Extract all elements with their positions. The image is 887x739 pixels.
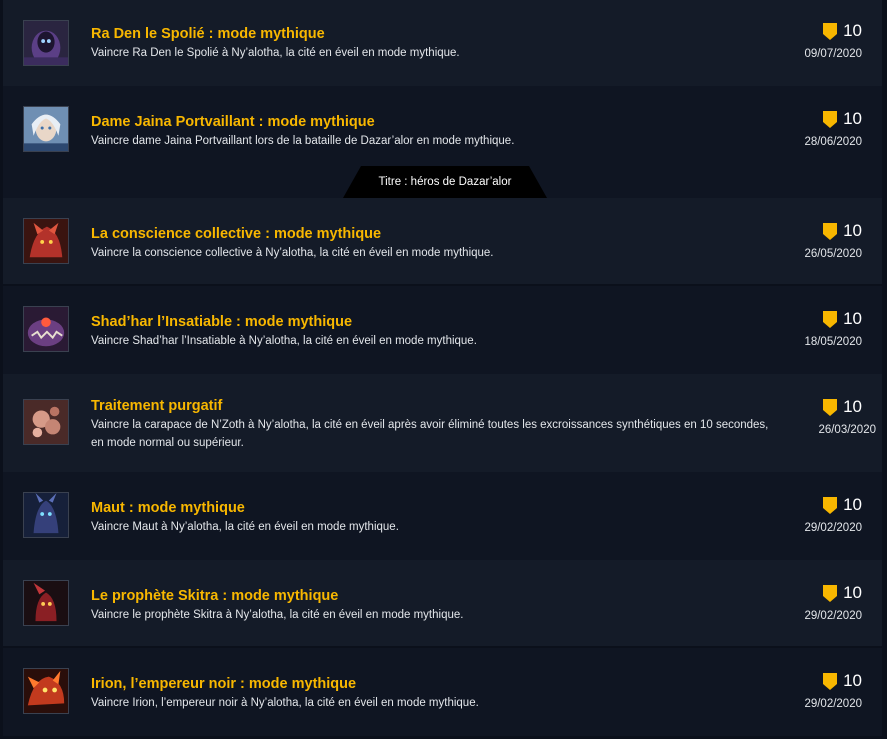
achievement-points: 10 [823,495,862,515]
achievement-points: 10 [823,309,862,329]
achievement-date: 29/02/2020 [804,698,862,710]
ra-den-portrait-icon [23,20,69,66]
achievement-description: Vaincre Ra Den le Spolié à Ny’alotha, la… [91,47,460,59]
shield-icon [823,222,838,240]
achievement-description: Vaincre la conscience collective à Ny’al… [91,247,494,259]
achievement-points: 10 [823,583,862,603]
achievement-row[interactable]: Maut : mode mythique Vaincre Maut à Ny’a… [3,472,882,560]
shield-icon [823,496,838,514]
achievement-date: 29/02/2020 [804,610,862,622]
skitra-portrait-icon [23,580,69,626]
achievement-description: Vaincre Maut à Ny’alotha, la cité en éve… [91,521,399,533]
achievement-points: 10 [823,21,862,41]
achievement-row[interactable]: Le prophète Skitra : mode mythique Vainc… [3,560,882,646]
achievement-points: 10 [823,397,862,417]
achievement-list: Ra Den le Spolié : mode mythique Vaincre… [0,0,887,739]
maut-portrait-icon [23,492,69,538]
carapace-portrait-icon [23,399,69,445]
shield-icon [823,398,838,416]
wrathion-portrait-icon [23,668,69,714]
achievement-description: Vaincre Shad’har l’Insatiable à Ny’aloth… [91,335,477,347]
achievement-date: 18/05/2020 [804,336,862,348]
points-value: 10 [843,495,862,514]
achievement-date: 26/03/2020 [818,424,876,436]
achievement-points: 10 [823,221,862,241]
hivemind-portrait-icon [23,218,69,264]
shield-icon [823,672,838,690]
shield-icon [823,584,838,602]
achievement-row[interactable]: Irion, l’empereur noir : mode mythique V… [3,648,882,736]
achievement-title[interactable]: Dame Jaina Portvaillant : mode mythique [91,114,375,130]
achievement-title[interactable]: Shad’har l’Insatiable : mode mythique [91,314,352,330]
achievement-description: Vaincre la carapace de N’Zoth à Ny’aloth… [91,419,769,449]
points-value: 10 [843,309,862,328]
achievement-description: Vaincre le prophète Skitra à Ny’alotha, … [91,609,464,621]
achievement-title[interactable]: Irion, l’empereur noir : mode mythique [91,676,356,692]
points-value: 10 [843,109,862,128]
points-value: 10 [843,397,862,416]
achievement-row[interactable]: Dame Jaina Portvaillant : mode mythique … [3,86,882,198]
achievement-points: 10 [823,671,862,691]
achievement-title[interactable]: Traitement purgatif [91,398,222,414]
achievement-title[interactable]: Le prophète Skitra : mode mythique [91,588,338,604]
achievement-title[interactable]: Maut : mode mythique [91,500,245,516]
achievement-date: 09/07/2020 [804,48,862,60]
achievement-date: 26/05/2020 [804,248,862,260]
points-value: 10 [843,583,862,602]
achievement-description: Vaincre dame Jaina Portvaillant lors de … [91,135,515,147]
points-value: 10 [843,21,862,40]
reward-label: Titre : héros de Dazar’alor [378,176,512,188]
achievement-row[interactable]: La conscience collective : mode mythique… [3,198,882,284]
achievement-description: Vaincre Irion, l’empereur noir à Ny’alot… [91,697,479,709]
points-value: 10 [843,671,862,690]
achievement-row[interactable]: Shad’har l’Insatiable : mode mythique Va… [3,286,882,374]
points-value: 10 [843,221,862,240]
achievement-row[interactable]: Traitement purgatif Vaincre la carapace … [3,374,882,472]
achievement-title[interactable]: La conscience collective : mode mythique [91,226,381,242]
jaina-portrait-icon [23,106,69,152]
reward-title-tab: Titre : héros de Dazar’alor [343,166,547,198]
shield-icon [823,310,838,328]
shield-icon [823,110,838,128]
achievement-title[interactable]: Ra Den le Spolié : mode mythique [91,26,325,42]
shield-icon [823,22,838,40]
achievement-date: 28/06/2020 [804,136,862,148]
achievement-points: 10 [823,109,862,129]
shadhar-portrait-icon [23,306,69,352]
achievement-date: 29/02/2020 [804,522,862,534]
achievement-row[interactable]: Ra Den le Spolié : mode mythique Vaincre… [3,0,882,86]
